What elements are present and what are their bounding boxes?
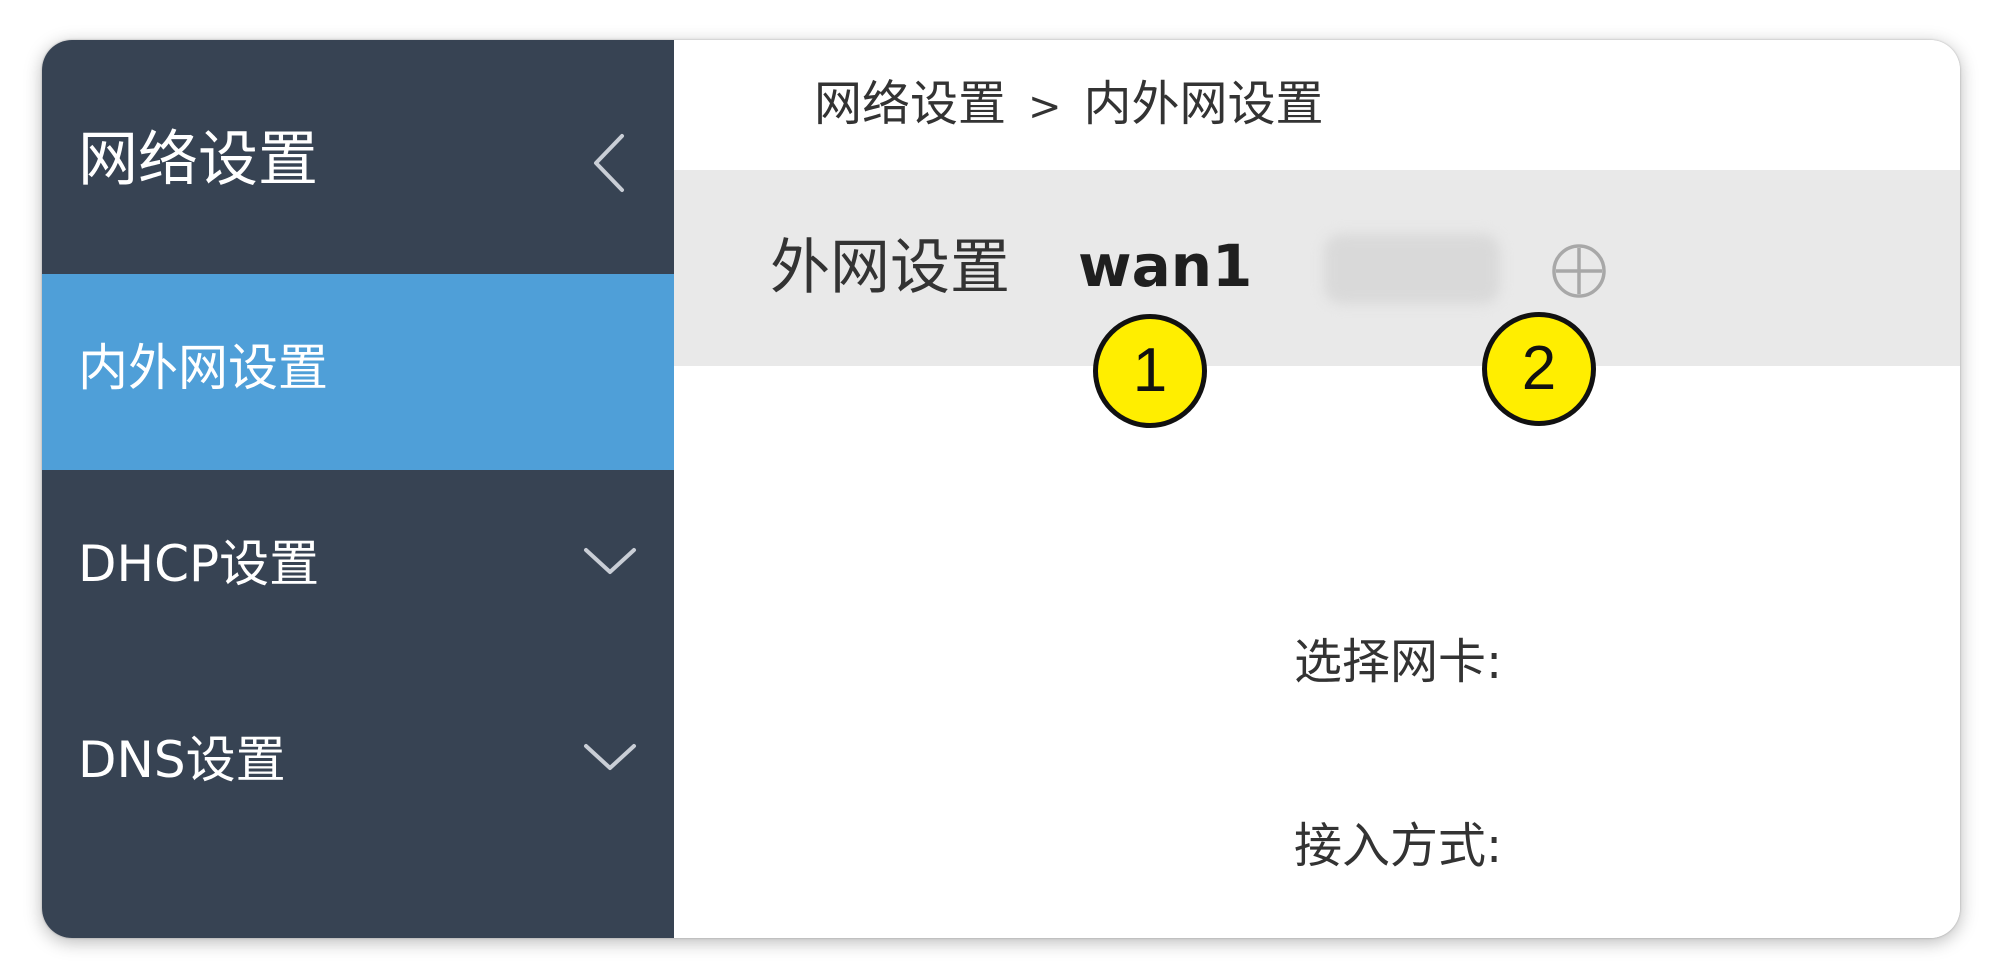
sidebar-item-inner-outer-network[interactable]: 内外网设置 [42, 274, 674, 470]
nic-select-label: 选择网卡: [1294, 634, 1503, 690]
annotation-marker-1: 1 [1093, 314, 1207, 428]
breadcrumb-parent[interactable]: 网络设置 [814, 76, 1006, 132]
tab-redacted[interactable] [1324, 234, 1500, 304]
sidebar-item-label: DNS设置 [78, 731, 286, 789]
sidebar-item-label: DHCP设置 [78, 535, 320, 593]
main-content: 网络设置 > 内外网设置 外网设置 wan1 选择网卡: 接入方式: [674, 40, 1960, 938]
sidebar-item-dhcp[interactable]: DHCP设置 [42, 470, 674, 666]
circle-plus-icon[interactable] [1550, 242, 1608, 300]
chevron-down-icon [584, 548, 636, 574]
sidebar-item-label: 内外网设置 [78, 339, 328, 397]
sidebar-title: 网络设置 [78, 125, 318, 195]
chevron-down-icon [584, 744, 636, 770]
sidebar-header: 网络设置 [42, 40, 674, 274]
sidebar: 网络设置 内外网设置 DHCP设置 DNS设置 [42, 40, 674, 938]
wan-tab-bar: 外网设置 wan1 [674, 170, 1960, 366]
tab-wan1[interactable]: wan1 [1078, 228, 1252, 304]
breadcrumb: 网络设置 > 内外网设置 [814, 74, 1324, 137]
chevron-left-icon[interactable] [582, 128, 642, 198]
breadcrumb-separator: > [1028, 84, 1062, 130]
app-window: 网络设置 内外网设置 DHCP设置 DNS设置 网络设置 > 内外网设置 外网设置 [42, 40, 1960, 938]
section-label: 外网设置 [770, 233, 1010, 303]
sidebar-item-dns[interactable]: DNS设置 [42, 666, 674, 862]
annotation-marker-2: 2 [1482, 312, 1596, 426]
access-mode-label: 接入方式: [1294, 818, 1503, 874]
breadcrumb-current: 内外网设置 [1083, 76, 1324, 132]
